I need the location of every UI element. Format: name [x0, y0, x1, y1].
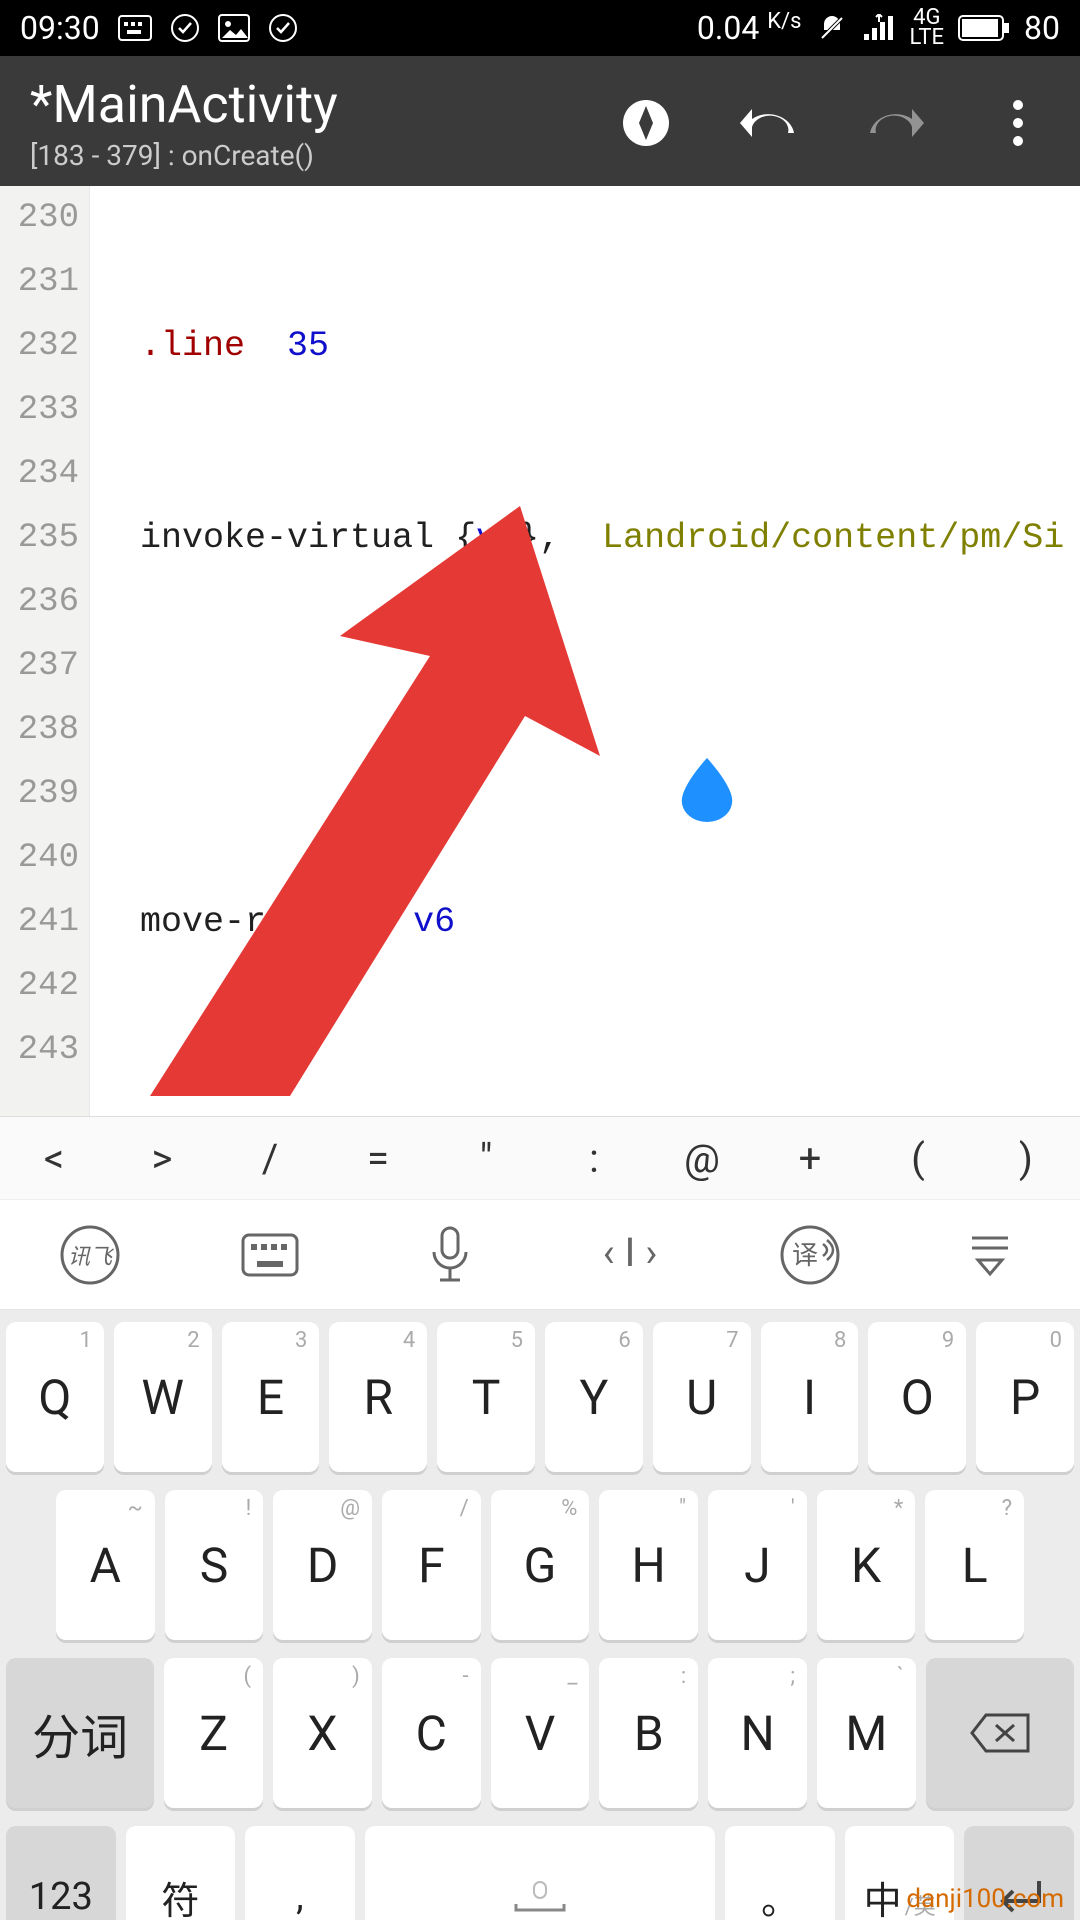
line-number: 232 — [0, 314, 79, 378]
overflow-menu-button[interactable] — [986, 91, 1050, 155]
line-number: 236 — [0, 570, 79, 634]
redo-button[interactable] — [862, 91, 926, 155]
app-subtitle: [183 - 379] : onCreate() — [30, 139, 338, 172]
quick-symbol[interactable]: ( — [864, 1135, 972, 1182]
quick-symbol[interactable]: > — [108, 1135, 216, 1182]
symbol-key[interactable]: 符 — [126, 1826, 236, 1920]
comma-key[interactable]: , — [245, 1826, 355, 1920]
voice-input-button[interactable] — [415, 1220, 485, 1290]
watermark: danji100.com — [906, 1884, 1064, 1914]
undo-button[interactable] — [738, 91, 802, 155]
period-key[interactable]: 。 — [725, 1826, 835, 1920]
collapse-keyboard-button[interactable] — [955, 1220, 1025, 1290]
key-u[interactable]: 7U — [653, 1322, 751, 1472]
quick-symbol[interactable]: < — [0, 1135, 108, 1182]
line-number: 237 — [0, 634, 79, 698]
quick-symbol[interactable]: ) — [972, 1135, 1080, 1182]
key-v[interactable]: _V — [491, 1658, 590, 1808]
line-number: 242 — [0, 954, 79, 1018]
key-t[interactable]: 5T — [437, 1322, 535, 1472]
key-e[interactable]: 3E — [222, 1322, 320, 1472]
line-number: 230 — [0, 186, 79, 250]
quick-symbol[interactable]: @ — [648, 1135, 756, 1182]
key-z[interactable]: (Z — [164, 1658, 263, 1808]
key-p[interactable]: 0P — [976, 1322, 1074, 1472]
quick-symbol[interactable]: " — [432, 1135, 540, 1182]
keyboard-indicator-icon — [118, 15, 152, 41]
code-area[interactable]: .line 35 invoke-virtual {v6}, Landroid/c… — [90, 186, 1080, 1116]
net-type: 4GLTE — [910, 8, 945, 48]
svg-text:译: 译 — [792, 1241, 818, 1271]
line-number: 241 — [0, 890, 79, 954]
compass-button[interactable] — [614, 91, 678, 155]
translate-button[interactable]: 译 — [775, 1220, 845, 1290]
picture-icon — [218, 14, 250, 42]
ime-toolbar: 讯飞 ‹ I › 译 — [0, 1200, 1080, 1310]
cursor-handle[interactable] — [555, 694, 607, 758]
space-key[interactable] — [365, 1826, 716, 1920]
keyboard-switch-button[interactable] — [235, 1220, 305, 1290]
line-number: 234 — [0, 442, 79, 506]
key-l[interactable]: ?L — [925, 1490, 1024, 1640]
quick-symbol[interactable]: = — [324, 1135, 432, 1182]
key-c[interactable]: -C — [382, 1658, 481, 1808]
code-editor[interactable]: 2302312322332342352362372382392402412422… — [0, 186, 1080, 1116]
quick-symbol[interactable]: : — [540, 1135, 648, 1182]
battery-icon — [958, 15, 1010, 41]
key-o[interactable]: 9O — [868, 1322, 966, 1472]
ime-logo-button[interactable]: 讯飞 — [55, 1220, 125, 1290]
key-s[interactable]: !S — [165, 1490, 264, 1640]
key-w[interactable]: 2W — [114, 1322, 212, 1472]
line-number: 238 — [0, 698, 79, 762]
key-i[interactable]: 8I — [761, 1322, 859, 1472]
key-y[interactable]: 6Y — [545, 1322, 643, 1472]
app-bar: *MainActivity [183 - 379] : onCreate() — [0, 56, 1080, 186]
line-number: 233 — [0, 378, 79, 442]
key-g[interactable]: %G — [491, 1490, 590, 1640]
soft-keyboard: 1Q2W3E4R5T6Y7U8I9O0P ~A!S@D/F%G"H'J*K?L … — [0, 1310, 1080, 1920]
line-number: 243 — [0, 1018, 79, 1082]
svg-text:‹ I ›: ‹ I › — [603, 1230, 658, 1276]
key-d[interactable]: @D — [273, 1490, 372, 1640]
quick-symbol[interactable]: + — [756, 1135, 864, 1182]
line-gutter: 2302312322332342352362372382392402412422… — [0, 186, 90, 1116]
key-k[interactable]: *K — [817, 1490, 916, 1640]
line-number: 239 — [0, 762, 79, 826]
net-speed: 0.04 K/s — [697, 9, 802, 47]
key-x[interactable]: )X — [273, 1658, 372, 1808]
key-j[interactable]: 'J — [708, 1490, 807, 1640]
check-circle-icon — [170, 13, 200, 43]
check-circle-icon-2 — [268, 13, 298, 43]
key-f[interactable]: /F — [382, 1490, 481, 1640]
numeric-key[interactable]: 123 — [6, 1826, 116, 1920]
backspace-key[interactable] — [926, 1658, 1074, 1808]
key-q[interactable]: 1Q — [6, 1322, 104, 1472]
quick-symbol[interactable]: / — [216, 1135, 324, 1182]
app-title: *MainActivity — [30, 74, 338, 135]
key-a[interactable]: ~A — [56, 1490, 155, 1640]
signal-icon — [862, 14, 896, 42]
battery-percent: 80 — [1024, 9, 1060, 47]
svg-text:讯飞: 讯飞 — [68, 1245, 115, 1270]
key-h[interactable]: "H — [599, 1490, 698, 1640]
key-b[interactable]: :B — [599, 1658, 698, 1808]
key-n[interactable]: ;N — [708, 1658, 807, 1808]
line-number: 235 — [0, 506, 79, 570]
line-number: 240 — [0, 826, 79, 890]
key-m[interactable]: `M — [817, 1658, 916, 1808]
key-r[interactable]: 4R — [329, 1322, 427, 1472]
symbol-quick-row: <>/=":@+() — [0, 1116, 1080, 1200]
segment-key[interactable]: 分词 — [6, 1658, 154, 1808]
status-bar: 09:30 0.04 K/s 4GLTE 80 — [0, 0, 1080, 56]
line-number: 231 — [0, 250, 79, 314]
status-time: 09:30 — [20, 9, 100, 47]
cursor-move-button[interactable]: ‹ I › — [595, 1220, 665, 1290]
mute-icon — [816, 12, 848, 44]
